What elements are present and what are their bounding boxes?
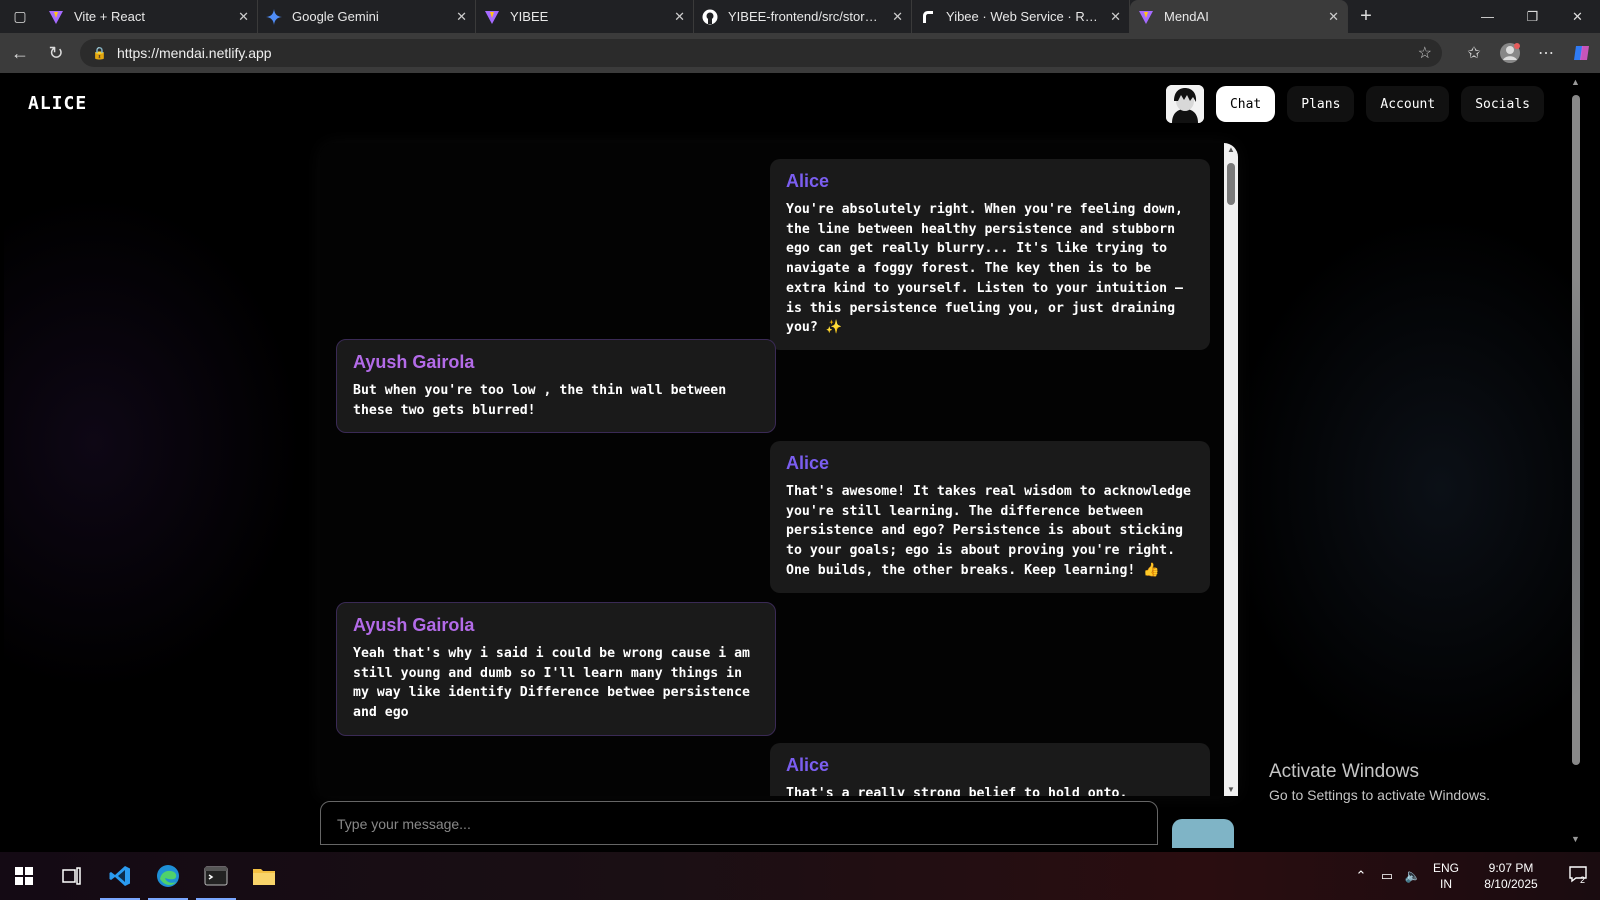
tab-actions-icon[interactable]: ▢ <box>0 0 40 33</box>
tab-title: YIBEE <box>510 9 549 24</box>
clock[interactable]: 9:07 PM 8/10/2025 <box>1466 860 1556 892</box>
task-view-icon[interactable] <box>48 852 96 900</box>
notification-center-icon[interactable]: 2 <box>1556 864 1600 889</box>
page-scrollbar[interactable]: ▲ ▼ <box>1568 73 1584 848</box>
browser-tab[interactable]: Yibee · Web Service · Render ✕ <box>912 0 1130 33</box>
tab-title: Yibee · Web Service · Render <box>946 9 1103 24</box>
address-bar-row: ← ↻ 🔒 https://mendai.netlify.app ☆ ✩ ⋯ <box>0 33 1600 73</box>
page-scroll-thumb[interactable] <box>1572 95 1580 765</box>
github-icon <box>702 9 718 25</box>
chat-message-user: Ayush Gairola Yeah that's why i said i c… <box>336 602 776 736</box>
nav-socials-button[interactable]: Socials <box>1461 86 1544 122</box>
nav-account-button[interactable]: Account <box>1366 86 1450 122</box>
windows-taskbar: ⌃ ▭ 🔈 ENG IN 9:07 PM 8/10/2025 2 <box>0 852 1600 900</box>
url-text: https://mendai.netlify.app <box>116 45 272 61</box>
language-indicator[interactable]: ENG IN <box>1426 860 1466 892</box>
site-info-icon[interactable]: 🔒 <box>92 46 107 60</box>
close-icon[interactable]: ✕ <box>456 9 467 25</box>
back-icon[interactable]: ← <box>2 37 38 69</box>
language-region: IN <box>1440 877 1452 891</box>
chat-scrollbar[interactable]: ▲ ▼ <box>1224 143 1238 796</box>
vscode-icon[interactable] <box>96 852 144 900</box>
browser-toolbar: ✩ ⋯ <box>1456 37 1600 69</box>
window-controls: — ❐ ✕ <box>1465 0 1600 33</box>
clock-time: 9:07 PM <box>1488 861 1534 875</box>
network-icon[interactable]: ▭ <box>1374 868 1400 884</box>
copilot-icon[interactable] <box>1564 37 1600 69</box>
top-nav: Chat Plans Account Socials <box>1165 85 1544 123</box>
more-options-icon[interactable]: ⋯ <box>1528 37 1564 69</box>
show-hidden-icons-icon[interactable]: ⌃ <box>1348 868 1374 884</box>
message-text: You're absolutely right. When you're fee… <box>786 202 1183 336</box>
message-text: That's awesome! It takes real wisdom to … <box>786 484 1191 578</box>
favorites-icon[interactable]: ✩ <box>1456 37 1492 69</box>
scroll-down-icon[interactable]: ▼ <box>1571 834 1580 844</box>
close-icon[interactable]: ✕ <box>1328 9 1339 25</box>
chat-message-alice: Alice You're absolutely right. When you'… <box>770 159 1210 350</box>
file-explorer-icon[interactable] <box>240 852 288 900</box>
terminal-icon[interactable] <box>192 852 240 900</box>
vite-icon <box>1138 9 1154 25</box>
system-tray: ⌃ ▭ 🔈 ENG IN 9:07 PM 8/10/2025 2 <box>1348 852 1600 900</box>
browser-tab-bar: ▢ Vite + React ✕ Google Gemini ✕ YIBEE ✕… <box>0 0 1600 33</box>
chat-message-alice: Alice That's awesome! It takes real wisd… <box>770 441 1210 593</box>
watermark-title: Activate Windows <box>1269 761 1419 782</box>
gemini-icon <box>266 8 282 25</box>
scroll-up-icon[interactable]: ▲ <box>1571 77 1580 87</box>
message-sender: Ayush Gairola <box>353 352 475 372</box>
close-icon[interactable]: ✕ <box>674 9 685 25</box>
browser-tab-active[interactable]: MendAI ✕ <box>1130 0 1348 33</box>
web-page: ALICE Chat Plans Account Socials Alice Y… <box>4 73 1584 848</box>
send-button[interactable] <box>1172 819 1234 848</box>
chat-scroll-thumb[interactable] <box>1227 163 1235 205</box>
nav-chat-button[interactable]: Chat <box>1215 86 1276 122</box>
new-tab-icon[interactable]: + <box>1348 0 1384 33</box>
browser-tab[interactable]: YIBEE-frontend/src/store/user ✕ <box>694 0 912 33</box>
message-text: But when you're too low , the thin wall … <box>353 383 727 418</box>
restore-icon[interactable]: ❐ <box>1510 0 1555 33</box>
browser-tab[interactable]: Google Gemini ✕ <box>258 0 476 33</box>
avatar[interactable] <box>1165 85 1204 123</box>
render-icon <box>920 9 936 25</box>
chat-panel[interactable]: Alice You're absolutely right. When you'… <box>320 143 1238 796</box>
message-text: Yeah that's why i said i could be wrong … <box>353 646 750 721</box>
message-input[interactable]: Type your message... <box>320 801 1158 845</box>
vite-icon <box>484 9 500 25</box>
tab-title: Google Gemini <box>292 9 379 24</box>
close-icon[interactable]: ✕ <box>1110 9 1121 25</box>
tab-title: Vite + React <box>74 9 145 24</box>
minimize-icon[interactable]: — <box>1465 0 1510 33</box>
browser-tab[interactable]: YIBEE ✕ <box>476 0 694 33</box>
volume-icon[interactable]: 🔈 <box>1400 868 1426 884</box>
edge-icon[interactable] <box>144 852 192 900</box>
url-field[interactable]: 🔒 https://mendai.netlify.app ☆ <box>80 39 1442 67</box>
clock-date: 8/10/2025 <box>1484 877 1538 891</box>
message-sender: Alice <box>786 755 830 775</box>
scroll-up-icon[interactable]: ▲ <box>1226 145 1236 154</box>
chat-message-alice: Alice That's a really strong belief to h… <box>770 743 1210 796</box>
nav-plans-button[interactable]: Plans <box>1287 86 1355 122</box>
chat-message-user: Ayush Gairola But when you're too low , … <box>336 339 776 434</box>
app-brand[interactable]: ALICE <box>28 93 87 114</box>
activate-windows-watermark: Activate Windows Go to Settings to activ… <box>1269 761 1490 803</box>
notification-count: 2 <box>1580 875 1585 884</box>
message-sender: Alice <box>786 171 830 191</box>
tab-title: YIBEE-frontend/src/store/user <box>728 9 885 24</box>
message-text: That's a really strong belief to hold on… <box>786 786 1128 796</box>
profile-icon[interactable] <box>1492 37 1528 69</box>
browser-tab[interactable]: Vite + React ✕ <box>40 0 258 33</box>
close-icon[interactable]: ✕ <box>892 9 903 25</box>
language-code: ENG <box>1432 861 1459 875</box>
tab-title: MendAI <box>1164 9 1209 24</box>
close-icon[interactable]: ✕ <box>238 9 249 25</box>
window-close-icon[interactable]: ✕ <box>1555 0 1600 33</box>
message-sender: Alice <box>786 453 830 473</box>
windows-start-icon[interactable] <box>0 852 48 900</box>
favorite-star-icon[interactable]: ☆ <box>1418 43 1432 63</box>
scroll-down-icon[interactable]: ▼ <box>1226 785 1236 794</box>
watermark-subtitle: Go to Settings to activate Windows. <box>1269 787 1490 803</box>
message-sender: Ayush Gairola <box>353 615 475 635</box>
vite-icon <box>48 9 64 25</box>
refresh-icon[interactable]: ↻ <box>38 37 74 69</box>
